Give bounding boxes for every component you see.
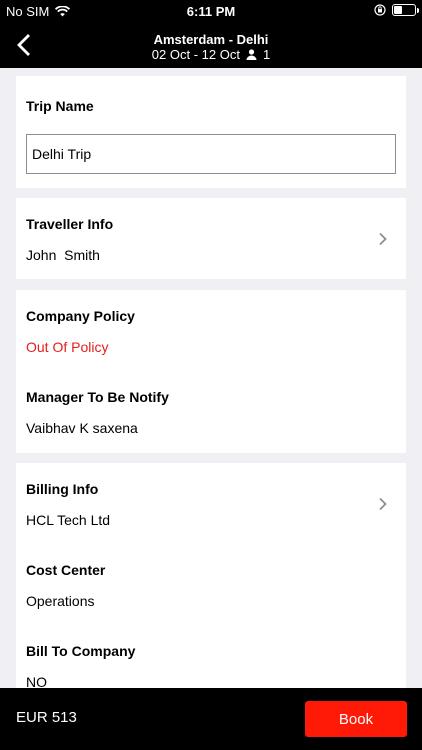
footer-bar: EUR 513 Book: [0, 688, 422, 750]
cost-center-value: Operations: [26, 593, 95, 609]
status-bar: No SIM 6:11 PM: [0, 0, 422, 22]
battery-icon: [392, 4, 419, 16]
total-price: EUR 513: [16, 709, 77, 726]
billing-info-row[interactable]: Billing Info HCL Tech Ltd: [16, 463, 406, 543]
billing-company: HCL Tech Ltd: [26, 512, 111, 528]
cost-center-label: Cost Center: [26, 562, 106, 578]
company-policy-card: Company Policy Out Of Policy Manager To …: [16, 290, 406, 453]
bill-to-company-label: Bill To Company: [26, 643, 136, 659]
traveller-info-card[interactable]: Traveller Info John Smith: [16, 198, 406, 279]
orientation-lock-icon: [374, 4, 386, 16]
trip-name-card: Trip Name Delhi Trip: [16, 76, 406, 188]
policy-status: Out Of Policy: [26, 339, 109, 355]
chevron-right-icon: [379, 497, 387, 511]
traveller-info-label: Traveller Info: [26, 216, 114, 232]
person-icon: [246, 49, 257, 60]
company-policy-label: Company Policy: [26, 308, 135, 324]
traveller-count: 1: [262, 47, 271, 62]
trip-name-input[interactable]: Delhi Trip: [26, 134, 396, 174]
trip-name-label: Trip Name: [26, 98, 94, 114]
traveller-name: John Smith: [26, 247, 100, 263]
manager-name: Vaibhav K saxena: [26, 420, 138, 436]
book-button[interactable]: Book: [305, 701, 407, 737]
manager-label: Manager To Be Notify: [26, 389, 169, 405]
trip-dates: 02 Oct - 12 Oct 1: [0, 47, 422, 62]
chevron-right-icon: [379, 232, 387, 246]
nav-bar: Amsterdam - Delhi 02 Oct - 12 Oct 1: [0, 22, 422, 68]
billing-info-card: Billing Info HCL Tech Ltd Cost Center Op…: [16, 463, 406, 693]
battery-level: [394, 6, 402, 14]
app-root: No SIM 6:11 PM Amsterdam - Delhi 02 Oct …: [0, 0, 422, 750]
clock: 6:11 PM: [186, 4, 236, 19]
billing-info-label: Billing Info: [26, 481, 99, 497]
route-title: Amsterdam - Delhi: [153, 32, 269, 47]
status-right: [374, 4, 419, 16]
date-range: 02 Oct - 12 Oct: [151, 47, 240, 62]
